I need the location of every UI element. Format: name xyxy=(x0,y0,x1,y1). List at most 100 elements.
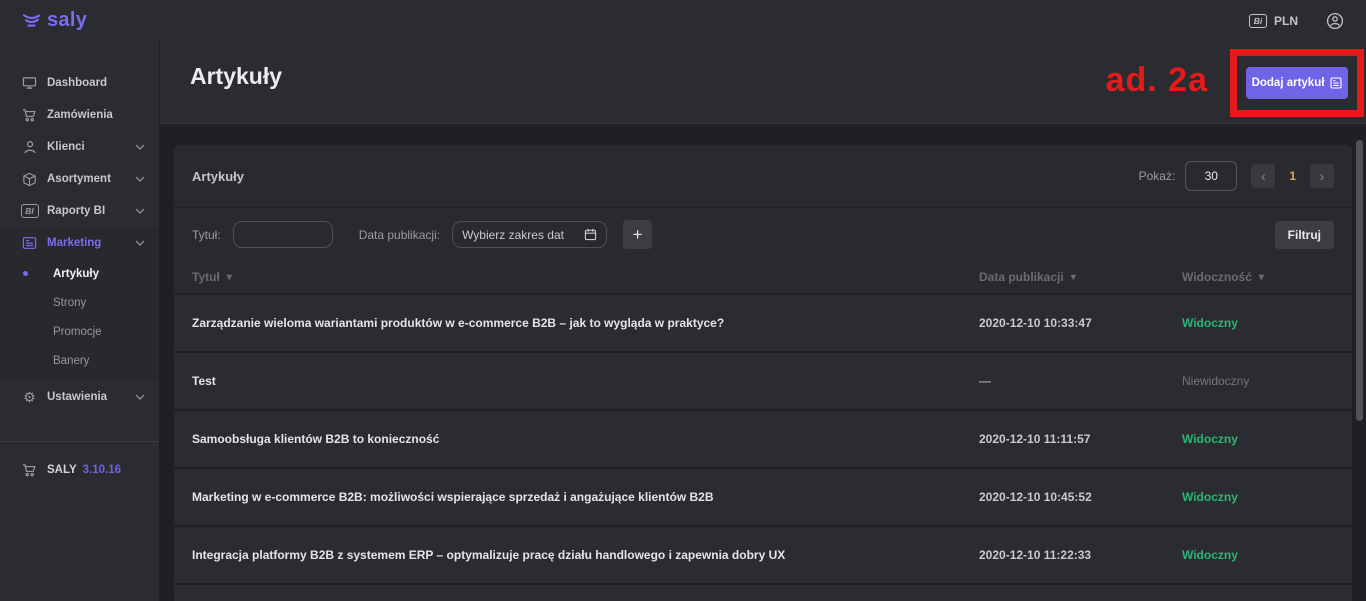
table-header-row: Tytuł ▾ Data publikacji ▾ Widoczność ▾ xyxy=(174,261,1352,295)
title-filter-label: Tytuł: xyxy=(192,228,221,242)
sidebar-item-asortyment[interactable]: Asortyment xyxy=(0,163,159,195)
filter-submit-button[interactable]: Filtruj xyxy=(1275,221,1334,249)
table-row[interactable]: Test — Niewidoczny xyxy=(174,353,1352,411)
sidebar-footer: SALY 3.10.16 xyxy=(0,454,159,486)
sort-desc-icon: ▾ xyxy=(1259,272,1264,283)
saly-logo-icon xyxy=(22,12,41,29)
table-row[interactable]: Integracja platformy B2B z systemem ERP … xyxy=(174,527,1352,585)
chevron-down-icon xyxy=(135,394,145,400)
column-header-title[interactable]: Tytuł ▾ xyxy=(192,270,979,284)
sidebar-subitem-promocje[interactable]: Promocje xyxy=(0,317,159,346)
column-label: Tytuł xyxy=(192,270,220,284)
column-label: Widoczność xyxy=(1182,270,1252,284)
sidebar-item-label: Klienci xyxy=(47,141,85,153)
page-size-input[interactable] xyxy=(1185,161,1237,191)
sidebar-subitem-banery[interactable]: Banery xyxy=(0,346,159,375)
table-row[interactable]: Marketing w e-commerce B2B: możliwości w… xyxy=(174,469,1352,527)
package-icon xyxy=(21,172,38,187)
article-date: — xyxy=(979,374,1182,388)
monitor-icon xyxy=(21,76,38,90)
annotation-text: ad. 2a xyxy=(1106,61,1208,100)
status-badge: Widoczny xyxy=(1182,316,1334,330)
sidebar-subitem-label: Banery xyxy=(53,355,89,367)
sidebar-item-label: Ustawienia xyxy=(47,391,107,403)
app-logo[interactable]: saly xyxy=(22,9,87,32)
panel-header: Artykuły Pokaż: ‹ 1 › xyxy=(174,145,1352,207)
account-icon[interactable] xyxy=(1326,12,1344,30)
article-title: Samoobsługa klientów B2B to konieczność xyxy=(192,432,979,446)
sidebar-subitem-label: Promocje xyxy=(53,326,102,338)
status-badge: Niewidoczny xyxy=(1182,374,1334,388)
article-date: 2020-12-10 10:45:52 xyxy=(979,490,1182,504)
calendar-icon xyxy=(584,228,597,241)
cart-icon xyxy=(21,108,38,123)
table-row[interactable]: Samoobsługa klientów B2B to konieczność … xyxy=(174,411,1352,469)
sort-desc-icon: ▾ xyxy=(227,272,232,283)
article-title: Zarządzanie wieloma wariantami produktów… xyxy=(192,316,979,330)
currency-label: PLN xyxy=(1274,14,1298,28)
chevron-down-icon xyxy=(135,240,145,246)
app-logo-text: saly xyxy=(47,9,87,32)
user-icon xyxy=(21,140,38,155)
prev-page-button[interactable]: ‹ xyxy=(1251,164,1275,188)
panel-title: Artykuły xyxy=(192,169,244,184)
date-range-input[interactable] xyxy=(462,228,584,242)
app-version: 3.10.16 xyxy=(83,464,121,476)
top-bar: saly Bi PLN xyxy=(0,0,1366,41)
sidebar-subitem-strony[interactable]: Strony xyxy=(0,288,159,317)
add-article-button[interactable]: Dodaj artykuł xyxy=(1246,67,1348,99)
marketing-nav-group: Marketing Artykuły Strony Promocje Baner… xyxy=(0,227,159,381)
page-title: Artykuły xyxy=(190,63,282,90)
annotation-highlight-box: Dodaj artykuł xyxy=(1230,49,1364,117)
next-page-button[interactable]: › xyxy=(1310,164,1334,188)
article-date: 2020-12-10 10:33:47 xyxy=(979,316,1182,330)
active-bullet xyxy=(23,271,28,276)
date-filter-label: Data publikacji: xyxy=(359,228,440,242)
sidebar-subitem-artykuly[interactable]: Artykuły xyxy=(0,259,159,288)
currency-selector[interactable]: Bi PLN xyxy=(1249,14,1298,28)
add-article-label: Dodaj artykuł xyxy=(1252,77,1325,89)
status-badge: Widoczny xyxy=(1182,548,1334,562)
column-header-visibility[interactable]: Widoczność ▾ xyxy=(1182,270,1334,284)
sidebar-item-marketing[interactable]: Marketing xyxy=(0,227,159,259)
sidebar-item-ustawienia[interactable]: ⚙ Ustawienia xyxy=(0,381,159,413)
article-icon xyxy=(1330,77,1342,89)
sidebar-divider xyxy=(0,441,159,442)
article-title: Test xyxy=(192,374,979,388)
show-label: Pokaż: xyxy=(1139,169,1176,183)
table-row-partial[interactable] xyxy=(174,585,1352,601)
article-title: Marketing w e-commerce B2B: możliwości w… xyxy=(192,490,979,504)
sidebar-item-label: Dashboard xyxy=(47,77,107,89)
article-title: Integracja platformy B2B z systemem ERP … xyxy=(192,548,979,562)
sidebar-item-label: Zamówienia xyxy=(47,109,113,121)
banknote-icon: Bi xyxy=(1249,14,1267,28)
article-date: 2020-12-10 11:11:57 xyxy=(979,432,1182,446)
vertical-scrollbar[interactable] xyxy=(1356,140,1363,421)
news-icon xyxy=(21,236,38,250)
sidebar-item-zamowienia[interactable]: Zamówienia xyxy=(0,99,159,131)
sort-desc-icon: ▾ xyxy=(1071,272,1076,283)
column-label: Data publikacji xyxy=(979,270,1064,284)
table-row[interactable]: Zarządzanie wieloma wariantami produktów… xyxy=(174,295,1352,353)
sidebar-item-klienci[interactable]: Klienci xyxy=(0,131,159,163)
cart-icon xyxy=(21,463,38,478)
column-header-date[interactable]: Data publikacji ▾ xyxy=(979,270,1182,284)
content-area: Artykuły Pokaż: ‹ 1 › Tytuł: Data publik… xyxy=(160,124,1366,601)
article-date: 2020-12-10 11:22:33 xyxy=(979,548,1182,562)
sidebar-item-label: Marketing xyxy=(47,237,101,249)
current-page-number: 1 xyxy=(1289,169,1296,183)
sidebar-item-dashboard[interactable]: Dashboard xyxy=(0,67,159,99)
gear-icon: ⚙ xyxy=(21,389,38,406)
status-badge: Widoczny xyxy=(1182,432,1334,446)
sidebar-item-label: Raporty BI xyxy=(47,205,105,217)
sidebar-item-raporty-bi[interactable]: BI Raporty BI xyxy=(0,195,159,227)
page-header: Artykuły ad. 2a Dodaj artykuł xyxy=(160,41,1366,124)
app-name: SALY xyxy=(47,464,77,476)
add-filter-button[interactable]: + xyxy=(623,220,652,249)
status-badge: Widoczny xyxy=(1182,490,1334,504)
title-filter-input[interactable] xyxy=(233,221,333,248)
date-range-picker[interactable] xyxy=(452,221,607,248)
articles-panel: Artykuły Pokaż: ‹ 1 › Tytuł: Data publik… xyxy=(174,145,1352,601)
sidebar-subitem-label: Artykuły xyxy=(53,268,99,280)
sidebar-subitem-label: Strony xyxy=(53,297,86,309)
